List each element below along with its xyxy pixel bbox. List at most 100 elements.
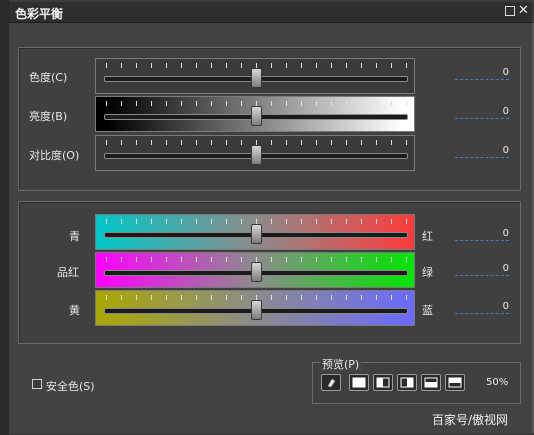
slider-tick bbox=[271, 63, 272, 68]
slider-thumb[interactable] bbox=[251, 68, 262, 88]
slider-tick bbox=[121, 257, 122, 262]
slider-tick bbox=[376, 101, 377, 106]
slider-thumb[interactable] bbox=[251, 300, 262, 320]
slider-thumb[interactable] bbox=[251, 224, 262, 244]
slider-tick bbox=[211, 257, 212, 262]
slider-tick bbox=[331, 63, 332, 68]
contrast-slider[interactable] bbox=[95, 135, 415, 171]
preview-full-button[interactable] bbox=[349, 374, 369, 391]
slider-tick bbox=[181, 257, 182, 262]
slider-tick bbox=[316, 63, 317, 68]
close-icon[interactable]: ✕ bbox=[518, 3, 529, 18]
slider-tick bbox=[406, 295, 407, 300]
preview-split-bottom-button[interactable] bbox=[445, 374, 465, 391]
slider-tick bbox=[226, 295, 227, 300]
preview-zoom-label: 50% bbox=[486, 377, 509, 388]
slider-tick bbox=[331, 295, 332, 300]
slider-tick bbox=[106, 101, 107, 106]
slider-tick bbox=[316, 219, 317, 224]
cyan-red-value[interactable]: 0 bbox=[455, 228, 509, 241]
slider-tick bbox=[406, 140, 407, 145]
slider-tick bbox=[181, 295, 182, 300]
slider-tick bbox=[376, 257, 377, 262]
slider-tick bbox=[286, 257, 287, 262]
watermark-text: 百家号/傲视网 bbox=[432, 413, 509, 427]
yellow-blue-slider[interactable] bbox=[95, 290, 415, 326]
slider-tick bbox=[331, 140, 332, 145]
slider-tick bbox=[346, 219, 347, 224]
slider-tick bbox=[376, 63, 377, 68]
slider-thumb[interactable] bbox=[251, 145, 262, 165]
slider-tick bbox=[241, 140, 242, 145]
blue-label: 蓝 bbox=[422, 304, 433, 317]
slider-tick bbox=[196, 140, 197, 145]
slider-thumb[interactable] bbox=[251, 262, 262, 282]
slider-tick bbox=[106, 257, 107, 262]
slider-tick bbox=[346, 140, 347, 145]
slider-tick bbox=[301, 295, 302, 300]
yellow-blue-value[interactable]: 0 bbox=[455, 301, 509, 314]
slider-tick bbox=[346, 295, 347, 300]
slider-tick bbox=[271, 101, 272, 106]
slider-tick bbox=[376, 219, 377, 224]
preview-split-half-button[interactable] bbox=[397, 374, 417, 391]
slider-tick bbox=[211, 295, 212, 300]
contrast-value[interactable]: 0 bbox=[455, 145, 509, 158]
red-label: 红 bbox=[422, 230, 433, 243]
slider-tick bbox=[166, 257, 167, 262]
slider-tick bbox=[196, 257, 197, 262]
slider-tick bbox=[301, 63, 302, 68]
slider-tick bbox=[121, 140, 122, 145]
slider-tick bbox=[286, 295, 287, 300]
slider-tick bbox=[166, 140, 167, 145]
slider-tick bbox=[301, 257, 302, 262]
brightness-label: 亮度(B) bbox=[29, 110, 68, 123]
slider-tick bbox=[151, 219, 152, 224]
slider-tick bbox=[136, 295, 137, 300]
brightness-value[interactable]: 0 bbox=[455, 106, 509, 119]
brightness-slider[interactable] bbox=[95, 96, 415, 132]
slider-tick bbox=[151, 63, 152, 68]
magenta-green-slider[interactable] bbox=[95, 252, 415, 288]
yellow-label: 黄 bbox=[69, 304, 80, 317]
chroma-value[interactable]: 0 bbox=[455, 67, 509, 80]
slider-tick bbox=[226, 140, 227, 145]
slider-tick bbox=[241, 63, 242, 68]
slider-tick bbox=[226, 101, 227, 106]
slider-tick bbox=[391, 140, 392, 145]
slider-tick bbox=[316, 295, 317, 300]
preview-split-vertical-button[interactable] bbox=[373, 374, 393, 391]
slider-tick bbox=[211, 63, 212, 68]
slider-tick bbox=[361, 219, 362, 224]
slider-tick bbox=[241, 257, 242, 262]
slider-tick bbox=[181, 140, 182, 145]
slider-tick bbox=[271, 257, 272, 262]
slider-tick bbox=[181, 63, 182, 68]
slider-tick bbox=[316, 257, 317, 262]
minimize-icon[interactable] bbox=[505, 6, 515, 16]
eraser-button[interactable] bbox=[321, 374, 341, 391]
safe-color-checkbox[interactable] bbox=[32, 379, 42, 389]
magenta-label: 品红 bbox=[57, 266, 79, 279]
preview-split-top-icon bbox=[424, 377, 438, 388]
safe-color-label: 安全色(S) bbox=[46, 380, 95, 393]
magenta-green-value[interactable]: 0 bbox=[455, 263, 509, 276]
preview-split-top-button[interactable] bbox=[421, 374, 441, 391]
slider-tick bbox=[181, 101, 182, 106]
contrast-label: 对比度(O) bbox=[29, 149, 80, 162]
cyan-red-slider[interactable] bbox=[95, 214, 415, 250]
slider-tick bbox=[271, 140, 272, 145]
slider-tick bbox=[361, 101, 362, 106]
slider-tick bbox=[301, 219, 302, 224]
slider-tick bbox=[346, 101, 347, 106]
slider-tick bbox=[391, 295, 392, 300]
slider-tick bbox=[241, 219, 242, 224]
slider-tick bbox=[166, 63, 167, 68]
slider-thumb[interactable] bbox=[251, 106, 262, 126]
chroma-slider[interactable] bbox=[95, 58, 415, 94]
preview-split-vertical-icon bbox=[376, 377, 390, 388]
slider-tick bbox=[316, 101, 317, 106]
slider-tick bbox=[316, 140, 317, 145]
slider-tick bbox=[121, 101, 122, 106]
slider-tick bbox=[331, 101, 332, 106]
